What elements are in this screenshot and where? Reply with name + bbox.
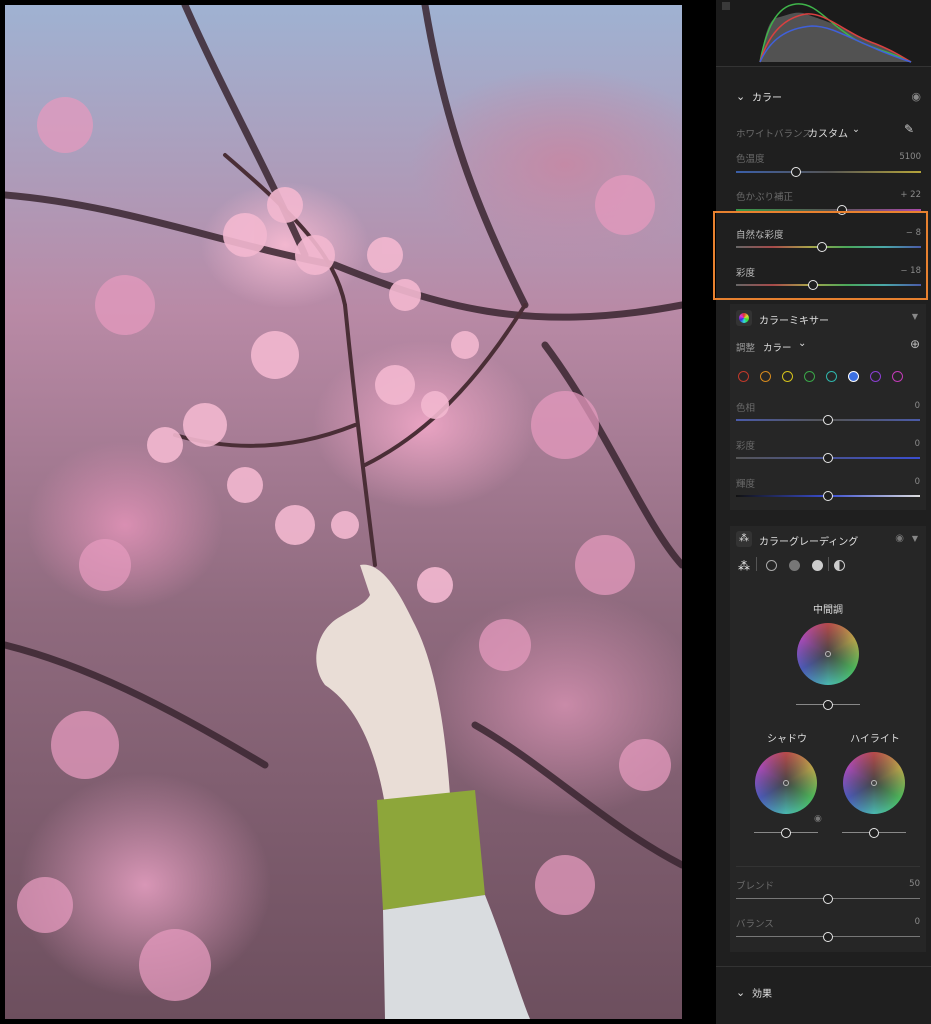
color-swatch[interactable] xyxy=(760,371,771,382)
eyedropper-icon[interactable]: ✎ xyxy=(904,122,914,136)
color-mixer-title: カラーミキサー xyxy=(759,316,829,327)
global-view-icon[interactable] xyxy=(834,560,845,571)
shadows-luminance-knob[interactable] xyxy=(781,828,791,838)
color-section-title: カラー xyxy=(752,92,782,104)
color-section-header[interactable]: ⌄ カラー ◉ xyxy=(716,82,931,110)
chevron-down-icon[interactable]: ⌄ xyxy=(852,124,860,135)
tint-label: 色かぶり補正 xyxy=(736,192,794,203)
eye-icon[interactable]: ◉ xyxy=(895,533,904,544)
midtones-label: 中間調 xyxy=(813,605,843,616)
target-adjust-icon[interactable]: ⊕ xyxy=(910,337,920,351)
mixer-saturation-value[interactable]: 0 xyxy=(915,439,920,449)
color-swatch[interactable] xyxy=(804,371,815,382)
histogram-graph xyxy=(759,3,912,63)
luminance-slider-knob[interactable] xyxy=(823,491,833,501)
develop-panel: ⌄ カラー ◉ ホワイトバランス カスタム ⌄ ✎ 色温度 5100 色かぶり補… xyxy=(716,0,931,1024)
histogram xyxy=(716,0,931,67)
divider xyxy=(756,557,757,571)
color-grading-panel: ⁂ カラーグレーディング ◉ ▼ ⁂ 中間調 シャドウ ◉ ハイライト ブレンド… xyxy=(730,526,926,952)
temp-value[interactable]: 5100 xyxy=(899,152,921,162)
shadows-wheel[interactable] xyxy=(755,752,817,814)
adjust-dropdown[interactable]: カラー xyxy=(763,340,792,354)
highlights-luminance-knob[interactable] xyxy=(869,828,879,838)
divider xyxy=(828,557,829,571)
clipping-indicator[interactable] xyxy=(722,2,730,10)
color-swatch[interactable] xyxy=(782,371,793,382)
color-grading-title: カラーグレーディング xyxy=(759,537,859,548)
midtones-wheel[interactable] xyxy=(797,623,859,685)
white-balance-label: ホワイトバランス xyxy=(736,129,812,140)
shadows-label: シャドウ xyxy=(767,734,807,745)
white-balance-dropdown[interactable]: カスタム xyxy=(808,125,848,140)
chevron-down-icon[interactable]: ▼ xyxy=(912,534,918,543)
color-swatch[interactable] xyxy=(870,371,881,382)
color-swatch[interactable] xyxy=(738,371,749,382)
chevron-down-icon[interactable]: ▼ xyxy=(912,312,918,321)
color-swatch[interactable] xyxy=(826,371,837,382)
chevron-down-icon[interactable]: ⌄ xyxy=(798,338,806,349)
temp-slider-knob[interactable] xyxy=(791,167,801,177)
balance-slider-knob[interactable] xyxy=(823,932,833,942)
highlight-box xyxy=(713,211,928,300)
balance-value[interactable]: 0 xyxy=(915,917,920,927)
hue-label: 色相 xyxy=(736,403,756,414)
eye-icon[interactable]: ◉ xyxy=(814,814,822,824)
adjust-label: 調整 xyxy=(736,343,756,354)
effects-section-header[interactable]: ⌄ 効果 xyxy=(716,978,931,1006)
divider xyxy=(736,866,920,867)
luminance-value[interactable]: 0 xyxy=(915,477,920,487)
color-mixer-panel: カラーミキサー ▼ 調整 カラー ⌄ ⊕ 色相 0 彩度 0 輝度 0 xyxy=(730,304,926,510)
three-way-view-icon[interactable]: ⁂ xyxy=(738,559,750,573)
color-swatch[interactable] xyxy=(892,371,903,382)
blend-label: ブレンド xyxy=(736,881,775,892)
highlights-view-icon[interactable] xyxy=(812,560,823,571)
effects-section-title: 効果 xyxy=(752,988,772,1000)
temp-label: 色温度 xyxy=(736,154,765,165)
color-mixer-icon xyxy=(736,310,752,326)
highlights-wheel[interactable] xyxy=(843,752,905,814)
midtones-view-icon[interactable] xyxy=(789,560,800,571)
eye-icon[interactable]: ◉ xyxy=(911,90,921,103)
chevron-down-icon: ⌄ xyxy=(736,89,746,103)
hue-slider-knob[interactable] xyxy=(823,415,833,425)
tint-value[interactable]: + 22 xyxy=(900,190,921,200)
divider xyxy=(716,966,931,967)
midtones-luminance-knob[interactable] xyxy=(823,700,833,710)
color-grading-icon: ⁂ xyxy=(736,531,752,547)
blend-value[interactable]: 50 xyxy=(909,879,920,889)
shadows-view-icon[interactable] xyxy=(766,560,777,571)
hue-value[interactable]: 0 xyxy=(915,401,920,411)
balance-label: バランス xyxy=(736,919,774,930)
luminance-label: 輝度 xyxy=(736,479,756,490)
photo-canvas xyxy=(5,5,682,1019)
mixer-saturation-label: 彩度 xyxy=(736,441,756,452)
highlights-label: ハイライト xyxy=(850,734,900,745)
temp-slider-track[interactable] xyxy=(736,171,921,173)
chevron-down-icon: ⌄ xyxy=(736,985,746,999)
mixer-saturation-slider-knob[interactable] xyxy=(823,453,833,463)
color-swatch[interactable] xyxy=(848,371,859,382)
photo-preview xyxy=(5,5,682,1019)
blend-slider-knob[interactable] xyxy=(823,894,833,904)
